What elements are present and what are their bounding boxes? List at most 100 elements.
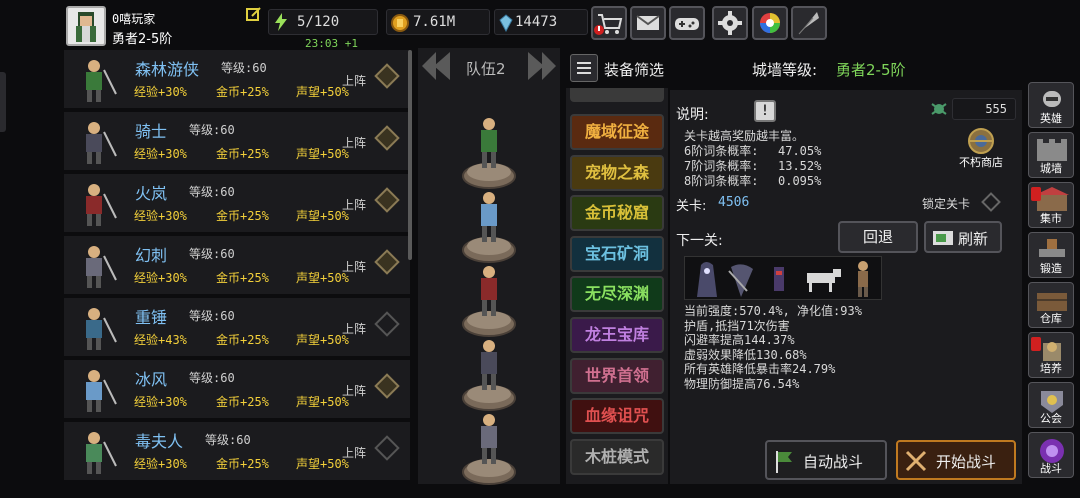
hero-gold-bonus: 金币+25% [216, 147, 269, 161]
team-prev-arrow[interactable] [420, 50, 454, 86]
hero-fame-bonus: 声望+50% [296, 85, 349, 99]
hero-portrait [72, 428, 124, 476]
gem-icon [497, 14, 515, 36]
team-slot[interactable] [458, 406, 520, 490]
mode-button[interactable]: 宠物之森 [570, 154, 664, 191]
hero-deploy-toggle[interactable] [374, 125, 400, 151]
gem-value: 14473 [515, 14, 558, 30]
team-slot[interactable] [458, 184, 520, 268]
team-slot[interactable] [458, 110, 520, 194]
nav-hero-button[interactable]: 英雄 [1028, 82, 1074, 128]
hero-row[interactable]: 幻刺 等级:60 经验+30% 金币+25% 声望+50% 上阵 [64, 236, 410, 296]
auto-battle-button[interactable]: 自动战斗 [765, 440, 887, 480]
team-slot[interactable] [458, 258, 520, 342]
nav-label: 公会 [1040, 412, 1062, 425]
equipment-filter-label[interactable]: 装备筛选 [604, 59, 664, 80]
hero-list-scrollbar[interactable] [408, 50, 412, 260]
hero-fame-bonus: 声望+50% [296, 395, 349, 409]
filter-menu-icon[interactable] [570, 54, 598, 82]
gamepad-button[interactable] [669, 6, 705, 40]
rate8-label: 8阶词条概率: [684, 174, 759, 188]
description-text: 关卡越高奖励越丰富。 [684, 129, 805, 143]
enemy-wraith [691, 259, 721, 301]
gold-coin-icon [391, 14, 409, 36]
stage-stat-line: 物理防御提高76.54% [684, 377, 800, 391]
settings-gear-button[interactable] [712, 6, 748, 40]
mode-button[interactable]: 金币秘窟 [570, 195, 664, 232]
crossed-swords-icon [904, 449, 928, 477]
nav-label: 英雄 [1040, 112, 1062, 125]
back-button[interactable]: 回退 [838, 221, 918, 253]
mode-button[interactable]: 宝石矿洞 [570, 235, 664, 272]
nav-battle-button[interactable]: 战斗 [1028, 432, 1074, 478]
nav-forge-button[interactable]: 锻造 [1028, 232, 1074, 278]
hero-deploy-label: 上阵 [342, 74, 367, 88]
nav-train-button[interactable]: 培养 [1028, 332, 1074, 378]
player-avatar[interactable] [66, 6, 106, 46]
hero-row[interactable]: 毒夫人 等级:60 经验+30% 金币+25% 声望+50% 上阵 [64, 422, 410, 482]
nav-label: 锻造 [1040, 262, 1062, 275]
color-wheel-button[interactable] [752, 6, 788, 40]
hero-row[interactable]: 森林游侠 等级:60 经验+30% 金币+25% 声望+50% 上阵 [64, 50, 410, 110]
hero-row[interactable]: 火岚 等级:60 经验+30% 金币+25% 声望+50% 上阵 [64, 174, 410, 234]
help-icon[interactable]: ! [754, 100, 776, 122]
edit-icon[interactable] [246, 6, 262, 22]
hero-row[interactable]: 冰风 等级:60 经验+30% 金币+25% 声望+50% 上阵 [64, 360, 410, 420]
refresh-button[interactable]: 刷新 [924, 221, 1002, 253]
mode-button[interactable]: 世界首领 [570, 357, 664, 394]
hero-deploy-toggle[interactable] [374, 249, 400, 275]
team-label: 队伍2 [466, 60, 506, 78]
hero-exp-bonus: 经验+30% [134, 395, 187, 409]
hero-level: 等级:60 [189, 247, 235, 261]
hero-row[interactable]: 骑士 等级:60 经验+30% 金币+25% 声望+50% 上阵 [64, 112, 410, 172]
nav-guild-button[interactable]: 公会 [1028, 382, 1074, 428]
immortal-shop-button[interactable]: 不朽商店 [958, 126, 1004, 170]
hero-portrait [72, 118, 124, 166]
hero-gold-bonus: 金币+25% [216, 457, 269, 471]
side-edge-tab[interactable] [0, 72, 6, 132]
shop-cart-button[interactable] [591, 6, 627, 40]
rate6-label: 6阶词条概率: [684, 144, 759, 158]
nav-label: 集市 [1040, 212, 1062, 225]
hero-deploy-toggle[interactable] [374, 63, 400, 89]
nav-market-button[interactable]: 集市 [1028, 182, 1074, 228]
nav-warehouse-button[interactable]: 仓库 [1028, 282, 1074, 328]
team-slot[interactable] [458, 332, 520, 416]
hero-row[interactable]: 重锤 等级:60 经验+43% 金币+25% 声望+50% 上阵 [64, 298, 410, 358]
team-next-arrow[interactable] [524, 50, 558, 86]
hero-name: 毒夫人 [135, 432, 184, 451]
hero-gold-bonus: 金币+25% [216, 333, 269, 347]
mode-button[interactable]: 魔域征途 [570, 114, 664, 150]
nav-label: 战斗 [1040, 462, 1062, 475]
hero-deploy-label: 上阵 [342, 136, 367, 150]
refresh-label: 刷新 [958, 230, 989, 248]
mode-button[interactable]: 龙王宝库 [570, 317, 664, 353]
hero-level: 等级:60 [205, 433, 251, 447]
nav-wall-button[interactable]: 城墙 [1028, 132, 1074, 178]
mail-button[interactable] [630, 6, 666, 40]
hero-name: 骑士 [135, 122, 168, 141]
stage-stat-line: 虚弱效果降低130.68% [684, 347, 807, 362]
hero-level: 等级:60 [189, 309, 235, 323]
hero-deploy-label: 上阵 [342, 322, 367, 336]
hero-gold-bonus: 金币+25% [216, 209, 269, 223]
nav-label: 培养 [1040, 362, 1062, 375]
description-label: 说明: [676, 107, 709, 123]
rate7-value: 13.52% [778, 159, 822, 173]
hero-deploy-toggle[interactable] [374, 373, 400, 399]
player-rank: 勇者2-5阶 [112, 32, 173, 47]
hero-deploy-toggle[interactable] [374, 311, 400, 337]
feather-button[interactable] [791, 6, 827, 40]
mode-button[interactable]: 无尽深渊 [570, 276, 664, 313]
hero-deploy-label: 上阵 [342, 446, 367, 460]
hero-deploy-toggle[interactable] [374, 187, 400, 213]
shop-currency-value: 555 [985, 102, 1007, 116]
enemy-skeleton-beast [803, 267, 843, 297]
hero-deploy-toggle[interactable] [374, 435, 400, 461]
stage-stat-line: 所有英雄降低暴击率24.79% [684, 362, 836, 377]
mode-button[interactable]: 木桩模式 [570, 438, 664, 475]
start-battle-button[interactable]: 开始战斗 [896, 440, 1016, 480]
mode-button[interactable]: 血缘诅咒 [570, 398, 664, 435]
team-panel: 队伍2 [418, 48, 560, 485]
hero-exp-bonus: 经验+30% [134, 457, 187, 471]
